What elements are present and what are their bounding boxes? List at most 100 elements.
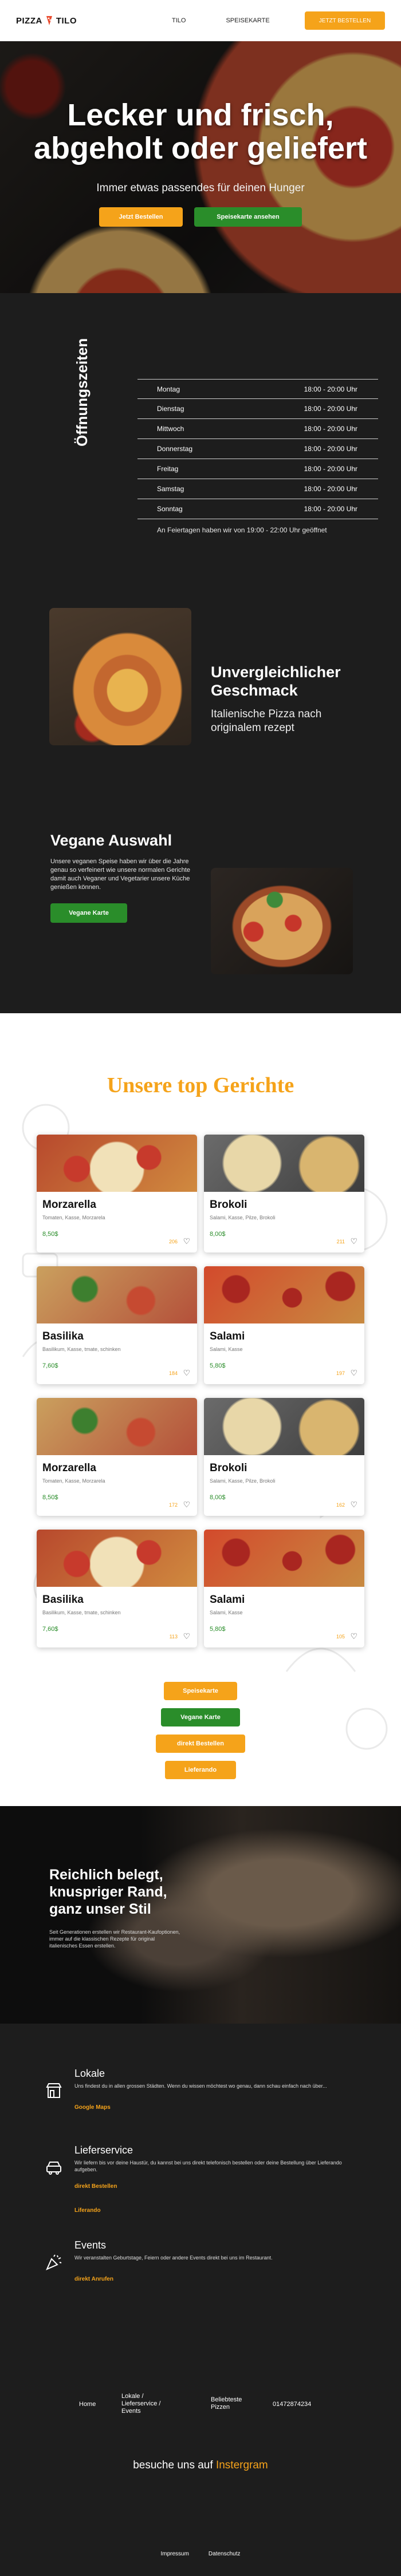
hours-row: Montag 18:00 - 20:00 Uhr: [137, 379, 378, 399]
kitchen-title: Reichlich belegt, knuspriger Rand, ganz …: [49, 1867, 167, 1917]
dish-ingredients: Salami, Kasse: [210, 1610, 243, 1615]
dish-ingredients: Basilikum, Kasse, tmate, schinken: [42, 1346, 121, 1352]
dish-like-count: 105: [336, 1634, 345, 1639]
hours-row: Freitag 18:00 - 20:00 Uhr: [137, 459, 378, 479]
logo-text-right: TILO: [56, 15, 77, 26]
service-events-text: Wir veranstalten Geburtstage, Feiern ode…: [74, 2255, 273, 2261]
dish-price: 8,50$: [42, 1231, 58, 1238]
feature-taste-title: Unvergleichlicher Geschmack: [211, 663, 341, 699]
vegan-menu-button[interactable]: Vegane Karte: [50, 903, 127, 923]
heart-icon[interactable]: ♡: [183, 1631, 190, 1641]
dish-photo: [204, 1398, 364, 1455]
heart-icon[interactable]: ♡: [183, 1368, 190, 1378]
hours-day: Freitag: [157, 465, 179, 473]
hero-menu-button[interactable]: Speisekarte ansehen: [194, 207, 302, 227]
dish-grid: Morzarella Tomaten, Kasse, Morzarela 8,5…: [37, 1135, 364, 1647]
service-lieferservice-text: Wir liefern bis vor deine Haustür, du ka…: [74, 2160, 342, 2172]
kitchen-section: Reichlich belegt, knuspriger Rand, ganz …: [0, 1806, 401, 2024]
instagram-link[interactable]: Instergram: [216, 2459, 268, 2471]
hours-day: Sonntag: [157, 505, 183, 513]
footer-link-pizzen[interactable]: Beliebteste Pizzen: [211, 2396, 242, 2411]
dish-card[interactable]: Morzarella Tomaten, Kasse, Morzarela 8,5…: [37, 1398, 197, 1516]
direct-order-button[interactable]: direkt Bestellen: [156, 1735, 245, 1753]
dish-like-count: 184: [168, 1370, 178, 1376]
hours-time: 18:00 - 20:00 Uhr: [304, 485, 357, 493]
dish-ingredients: Salami, Kasse: [210, 1346, 243, 1352]
dish-like-count: 162: [336, 1502, 345, 1508]
logo-text-left: PIZZA: [16, 15, 42, 26]
heart-icon[interactable]: ♡: [183, 1500, 190, 1510]
dish-card[interactable]: Basilika Basilikum, Kasse, tmate, schink…: [37, 1530, 197, 1647]
kitchen-text: Seit Generationen erstellen wir Restaura…: [49, 1929, 180, 1949]
call-directly-link[interactable]: direkt Anrufen: [74, 2276, 113, 2282]
hero-subtitle: Immer etwas passendes für deinen Hunger: [96, 182, 305, 194]
hours-day: Samstag: [157, 485, 184, 493]
dish-card[interactable]: Morzarella Tomaten, Kasse, Morzarela 8,5…: [37, 1135, 197, 1253]
service-lokale-text: Uns findest du in allen grossen Städten.…: [74, 2083, 327, 2089]
google-maps-link[interactable]: Google Maps: [74, 2104, 111, 2111]
footer-phone[interactable]: 01472874234: [273, 2401, 311, 2408]
footer-link-lokale[interactable]: Lokale / Lieferservice / Events: [121, 2393, 160, 2415]
service-events-title: Events: [74, 2239, 107, 2251]
heart-icon[interactable]: ♡: [350, 1236, 357, 1246]
dish-like-count: 172: [168, 1502, 178, 1508]
dish-card[interactable]: Salami Salami, Kasse 5,80$ 105 ♡: [204, 1530, 364, 1647]
vegan-menu-button-2[interactable]: Vegane Karte: [161, 1708, 240, 1726]
service-events: Events Wir veranstalten Geburtstage, Fei…: [45, 2239, 365, 2285]
hours-time: 18:00 - 20:00 Uhr: [304, 385, 357, 393]
vegan-pizza-photo: [211, 868, 353, 974]
dish-photo: [204, 1266, 364, 1323]
header-order-button[interactable]: JETZT BESTELLEN: [305, 11, 385, 30]
nav-link-speisekarte[interactable]: SPEISEKARTE: [226, 17, 269, 24]
dish-like-count: 206: [168, 1239, 178, 1244]
heart-icon[interactable]: ♡: [350, 1368, 357, 1378]
dish-card[interactable]: Brokoli Salami, Kasse, Pilze, Brokoli 8,…: [204, 1135, 364, 1253]
datenschutz-link[interactable]: Datenschutz: [209, 2551, 241, 2557]
dish-price: 8,50$: [42, 1494, 58, 1501]
dish-ingredients: Salami, Kasse, Pilze, Brokoli: [210, 1478, 276, 1484]
nav-link-tilo[interactable]: TILO: [172, 17, 186, 24]
dish-ingredients: Tomaten, Kasse, Morzarela: [42, 1215, 105, 1220]
hours-row: Samstag 18:00 - 20:00 Uhr: [137, 479, 378, 499]
dish-price: 8,00$: [210, 1231, 226, 1238]
hours-time: 18:00 - 20:00 Uhr: [304, 445, 357, 453]
hours-row: Dienstag 18:00 - 20:00 Uhr: [137, 399, 378, 419]
menu-button[interactable]: Speisekarte: [164, 1682, 237, 1700]
lieferando-button[interactable]: Lieferando: [165, 1761, 236, 1779]
opening-hours-table: Montag 18:00 - 20:00 Uhr Dienstag 18:00 - …: [137, 379, 378, 541]
dish-photo: [204, 1135, 364, 1192]
dish-ingredients: Tomaten, Kasse, Morzarela: [42, 1478, 105, 1484]
heart-icon[interactable]: ♡: [350, 1500, 357, 1510]
dish-name: Salami: [210, 1594, 245, 1606]
logo[interactable]: PIZZA TILO: [16, 15, 77, 26]
impressum-link[interactable]: Impressum: [160, 2551, 188, 2557]
top-dishes-section: Unsere top Gerichte Morzarella Tomaten, …: [0, 1013, 401, 1806]
direct-order-link[interactable]: direkt Bestellen: [74, 2183, 117, 2190]
dish-name: Salami: [210, 1330, 245, 1342]
footer-link-home[interactable]: Home: [79, 2401, 96, 2408]
feature-vegan-title: Vegane Auswahl: [50, 832, 172, 849]
holiday-hours-note: An Feiertagen haben wir von 19:00 - 22:0…: [157, 526, 327, 534]
dish-price: 7,60$: [42, 1626, 58, 1633]
dish-card[interactable]: Salami Salami, Kasse 5,80$ 197 ♡: [204, 1266, 364, 1384]
feature-vegan-text: Unsere veganen Speise haben wir über die…: [50, 858, 190, 891]
lieferando-link[interactable]: Liferando: [74, 2207, 101, 2214]
hours-day: Dienstag: [157, 405, 184, 413]
page: PIZZA TILO TILO SPEISEKARTE JETZT BESTEL…: [0, 0, 401, 2576]
dish-price: 7,60$: [42, 1362, 58, 1369]
dish-name: Basilika: [42, 1330, 84, 1342]
hours-day: Montag: [157, 385, 180, 393]
hours-time: 18:00 - 20:00 Uhr: [304, 425, 357, 433]
dish-name: Brokoli: [210, 1199, 247, 1211]
dish-card[interactable]: Brokoli Salami, Kasse, Pilze, Brokoli 8,…: [204, 1398, 364, 1516]
feature-vegan: Vegane Auswahl Unsere veganen Speise hab…: [50, 832, 197, 923]
hours-row: Mittwoch 18:00 - 20:00 Uhr: [137, 419, 378, 439]
instagram-prefix: besuche uns auf: [133, 2459, 213, 2471]
hours-day: Donnerstag: [157, 445, 193, 453]
dish-card[interactable]: Basilika Basilikum, Kasse, tmate, schink…: [37, 1266, 197, 1384]
hero-order-button[interactable]: Jetzt Bestellen: [99, 207, 183, 227]
dish-price: 5,80$: [210, 1362, 226, 1369]
dish-like-count: 197: [336, 1370, 345, 1376]
heart-icon[interactable]: ♡: [350, 1631, 357, 1641]
heart-icon[interactable]: ♡: [183, 1236, 190, 1246]
